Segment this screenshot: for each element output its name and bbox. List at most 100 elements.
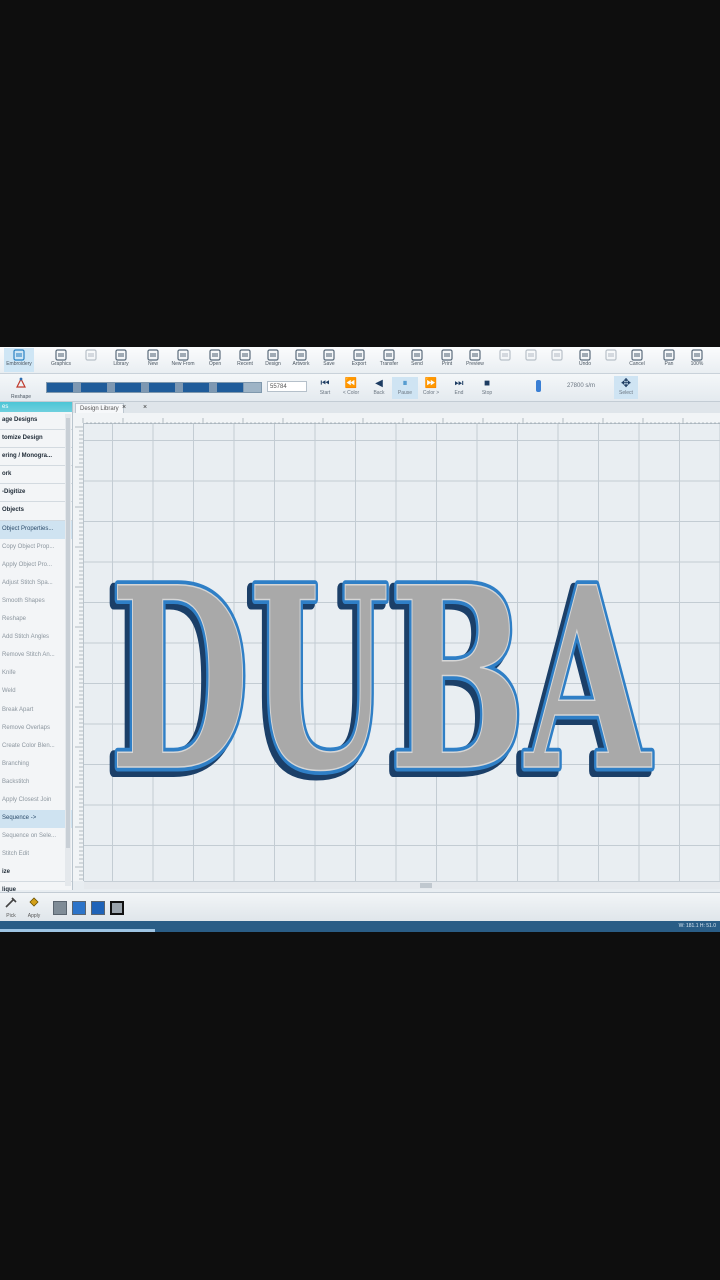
thread-color-swatch[interactable]	[110, 901, 124, 915]
player-stop-button[interactable]: ■ Stop	[474, 377, 500, 399]
speed-slider-handle[interactable]	[536, 380, 541, 392]
tab-close-icon[interactable]: ×	[122, 403, 126, 412]
player-label: Start	[319, 390, 331, 396]
ribbon-label: Save	[323, 361, 335, 367]
new-from-icon	[177, 349, 189, 361]
ribbon-button-item-18[interactable]	[542, 348, 572, 372]
copy-icon	[525, 349, 537, 361]
panel-header: es	[0, 402, 72, 412]
canvas-scroll-thumb[interactable]	[420, 883, 432, 888]
player-pause-button[interactable]: ⏸ Pause	[392, 377, 418, 399]
panel-item-stitch-edit[interactable]: Stitch Edit	[0, 846, 72, 864]
panel-item-remove-overlaps[interactable]: Remove Overlaps	[0, 720, 72, 738]
panel-item-object-properties[interactable]: Object Properties...	[0, 520, 72, 539]
next-color-icon: ⏩	[424, 378, 438, 389]
recent-folder-icon	[239, 349, 251, 361]
status-coordinates: W: 181.1 H: 51.0	[678, 923, 716, 929]
panel-item-reshape[interactable]: Reshape	[0, 611, 72, 629]
select-button[interactable]: ✥ Select	[614, 376, 638, 399]
ribbon-label: Embroidery	[6, 361, 32, 367]
panel-item-break-apart[interactable]: Break Apart	[0, 702, 72, 720]
ribbon-button-send[interactable]: Send	[402, 348, 432, 372]
left-tools-panel: es age Designs tomize Design ering / Monog…	[0, 402, 73, 901]
ribbon-button-embroidery[interactable]: Embroidery	[4, 348, 34, 372]
panel-scroll-thumb[interactable]	[66, 418, 70, 848]
ribbon-button-save[interactable]: Save	[314, 348, 344, 372]
player-label: End	[454, 390, 464, 396]
stitch-progress-bar[interactable]	[46, 382, 262, 393]
ribbon-button-print[interactable]: Print	[432, 348, 462, 372]
move-arrows-icon: ✥	[620, 376, 632, 390]
artwork-icon	[295, 349, 307, 361]
panel-item-create-color-blen[interactable]: Create Color Blen...	[0, 738, 72, 756]
ribbon-toolbar: Embroidery Graphics Library New New From Open…	[0, 347, 720, 374]
ribbon-button-library[interactable]: Library	[106, 348, 136, 372]
ribbon-button-open[interactable]: Open	[200, 348, 230, 372]
panel-item-branching[interactable]: Branching	[0, 756, 72, 774]
player-label: Stop	[481, 390, 493, 396]
panel-item-add-stitch-angles[interactable]: Add Stitch Angles	[0, 629, 72, 647]
panel-item-sequence[interactable]: Sequence ->	[0, 810, 72, 829]
panel-item-copy-object-prop[interactable]: Copy Object Prop...	[0, 539, 72, 557]
player-label: < Color	[342, 390, 360, 396]
thread-color-swatch[interactable]	[72, 901, 86, 915]
start-icon: ⏮	[320, 378, 330, 389]
send-icon	[411, 349, 423, 361]
panel-item-sequence-on-sele[interactable]: Sequence on Sele...	[0, 828, 72, 846]
ribbon-label: Print	[441, 361, 453, 367]
thread-color-swatch[interactable]	[91, 901, 105, 915]
panel-item-ork[interactable]: ork	[0, 466, 72, 485]
thread-color-swatch[interactable]	[53, 901, 67, 915]
panel-item-knife[interactable]: Knife	[0, 665, 72, 683]
ribbon-label: New From	[171, 361, 195, 367]
panel-item-ize[interactable]: ize	[0, 864, 72, 883]
panel-item-backstitch[interactable]: Backstitch	[0, 774, 72, 792]
panel-item-objects[interactable]: Objects	[0, 502, 72, 521]
stitch-counter-field[interactable]: 55784	[267, 381, 307, 392]
player-start-button[interactable]: ⏮ Start	[312, 377, 338, 399]
panel-item-remove-stitch-an[interactable]: Remove Stitch An...	[0, 647, 72, 665]
ribbon-button-new[interactable]: New	[138, 348, 168, 372]
embroidered-lettering[interactable]: DUBA DUBA DUBA	[84, 424, 720, 881]
ribbon-button-transfer[interactable]: Transfer	[374, 348, 404, 372]
reshape-button[interactable]: Reshape	[4, 376, 38, 400]
player-back-button[interactable]: ◀ Back	[366, 377, 392, 399]
panel-item-tomize-design[interactable]: tomize Design	[0, 430, 72, 449]
library-icon	[115, 349, 127, 361]
ribbon-button-design[interactable]: Design	[258, 348, 288, 372]
ribbon-button-item-2[interactable]	[76, 348, 106, 372]
panel-item-apply-closest-join[interactable]: Apply Closest Join	[0, 792, 72, 810]
panel-item-digitize[interactable]: -Digitize	[0, 484, 72, 503]
ribbon-button-100-[interactable]: 100%	[682, 348, 712, 372]
eyedropper-icon	[5, 897, 17, 908]
player-prev-color-button[interactable]: ⏪ < Color	[338, 377, 364, 399]
player-end-button[interactable]: ⏭ End	[446, 377, 472, 399]
ribbon-button-preview[interactable]: Preview	[460, 348, 490, 372]
close-all-icon[interactable]: ×	[143, 403, 147, 412]
prev-color-icon: ⏪	[344, 378, 358, 389]
player-next-color-button[interactable]: ⏩ Color >	[418, 377, 444, 399]
design-canvas[interactable]: DUBA DUBA DUBA	[84, 424, 720, 881]
redo-icon	[605, 349, 617, 361]
panel-item-smooth-shapes[interactable]: Smooth Shapes	[0, 593, 72, 611]
apply-color-button[interactable]: Apply	[23, 895, 45, 919]
ribbon-label: Artwork	[292, 361, 310, 367]
ribbon-button-recent[interactable]: Recent	[230, 348, 260, 372]
ribbon-button-export[interactable]: Export	[344, 348, 374, 372]
panel-item-adjust-stitch-spa[interactable]: Adjust Stitch Spa...	[0, 575, 72, 593]
pick-color-button[interactable]: Pick	[0, 895, 22, 919]
ribbon-button-pan[interactable]: Pan	[654, 348, 684, 372]
ribbon-label: Transfer	[379, 361, 399, 367]
canvas-horizontal-scrollbar[interactable]	[84, 881, 720, 889]
panel-scrollbar[interactable]	[65, 414, 71, 886]
panel-item-ering-monogra[interactable]: ering / Monogra...	[0, 448, 72, 467]
ribbon-label: Pan	[664, 361, 674, 367]
ribbon-button-new-from[interactable]: New From	[168, 348, 198, 372]
panel-item-age-designs[interactable]: age Designs	[0, 412, 72, 431]
progress-fill	[47, 383, 244, 392]
ribbon-button-cancel[interactable]: Cancel	[622, 348, 652, 372]
ribbon-button-artwork[interactable]: Artwork	[286, 348, 316, 372]
panel-item-apply-object-pro[interactable]: Apply Object Pro...	[0, 557, 72, 575]
panel-item-weld[interactable]: Weld	[0, 683, 72, 701]
ribbon-button-graphics[interactable]: Graphics	[46, 348, 76, 372]
